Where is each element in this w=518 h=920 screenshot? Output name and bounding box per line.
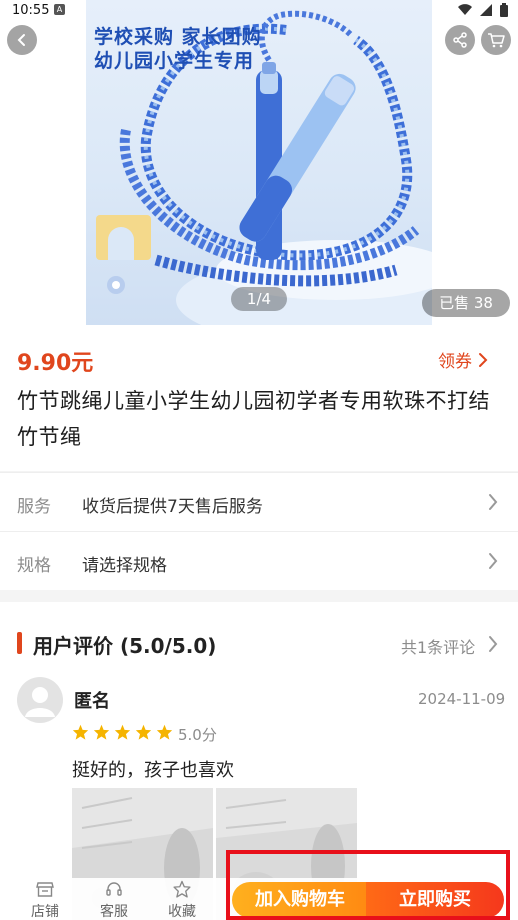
status-bar: 10:55 A: [0, 0, 518, 22]
product-price: 9.90元: [17, 351, 94, 376]
share-button[interactable]: [445, 25, 475, 55]
reviews-section: 用户评价 (5.0/5.0) 共1条评论 匿名 2024-11-09 5.0分 …: [0, 602, 518, 920]
service-label: 服务: [17, 497, 51, 517]
share-icon: [453, 32, 467, 48]
promo-line-1: 学校采购 家长团购: [94, 26, 262, 48]
section-accent-bar: [17, 632, 22, 654]
product-title: 竹节跳绳儿童小学生幼儿园初学者专用软珠不打结竹节绳: [17, 389, 490, 449]
signal-icon: [480, 4, 492, 16]
chevron-left-icon: [17, 34, 25, 46]
coupon-label: 领券: [438, 352, 472, 372]
shopping-cart-icon: [488, 33, 505, 48]
image-counter: 1/4: [231, 287, 287, 311]
sold-count-badge: 已售 38: [422, 289, 510, 317]
chevron-right-icon: [489, 553, 498, 569]
chevron-right-icon: [489, 494, 498, 510]
store-icon: [36, 882, 54, 897]
star-filled-icon: [135, 724, 152, 740]
review-score: 5.0分: [178, 726, 217, 744]
review-count-link[interactable]: 共1条评论: [401, 634, 475, 658]
buy-now-button[interactable]: 立即购买: [366, 882, 504, 918]
star-filled-icon: [72, 724, 89, 740]
reviews-heading: 用户评价 (5.0/5.0): [33, 634, 217, 658]
notification-icon: A: [54, 4, 65, 15]
back-button[interactable]: [7, 25, 37, 55]
product-info: 9.90元 领券 竹节跳绳儿童小学生幼儿园初学者专用软珠不打结竹节绳: [0, 325, 518, 471]
service-row[interactable]: 服务 收货后提供7天售后服务: [0, 472, 518, 530]
tab-customer-service[interactable]: 客服: [84, 878, 144, 920]
spec-row[interactable]: 规格 请选择规格: [0, 531, 518, 589]
user-placeholder-icon: [25, 687, 55, 717]
wifi-icon: [458, 4, 472, 16]
status-time: 10:55: [12, 3, 50, 18]
star-filled-icon: [93, 724, 110, 740]
chevron-right-icon[interactable]: [488, 635, 498, 653]
spec-value: 请选择规格: [82, 556, 167, 576]
star-outline-icon: [173, 880, 191, 898]
avatar: [17, 677, 63, 723]
headset-icon: [106, 882, 122, 896]
tab-store-label: 店铺: [31, 904, 59, 920]
review-text: 挺好的，孩子也喜欢: [72, 760, 234, 781]
star-filled-icon: [114, 724, 131, 740]
star-filled-icon: [156, 724, 173, 740]
product-gallery[interactable]: 学校采购 家长团购 幼儿园小学生专用 1/4 已售 38: [0, 0, 518, 325]
service-value: 收货后提供7天售后服务: [82, 497, 263, 517]
promo-line-2: 幼儿园小学生专用: [94, 50, 255, 72]
tab-customer-service-label: 客服: [100, 904, 128, 920]
battery-icon: [500, 3, 508, 17]
status-icons: [458, 3, 508, 17]
tab-store[interactable]: 店铺: [15, 878, 75, 920]
rating-stars: [72, 724, 173, 740]
cart-button[interactable]: [481, 25, 511, 55]
spec-label: 规格: [17, 556, 51, 576]
review-date: 2024-11-09: [418, 690, 506, 708]
coupon-link[interactable]: 领券: [438, 347, 488, 372]
chevron-right-icon: [479, 352, 488, 367]
detail-rows: 服务 收货后提供7天售后服务 规格 请选择规格: [0, 472, 518, 590]
tab-favorite-label: 收藏: [168, 904, 196, 920]
reviewer-name: 匿名: [74, 691, 110, 712]
tab-favorite[interactable]: 收藏: [152, 878, 212, 920]
add-to-cart-button[interactable]: 加入购物车: [232, 882, 368, 918]
